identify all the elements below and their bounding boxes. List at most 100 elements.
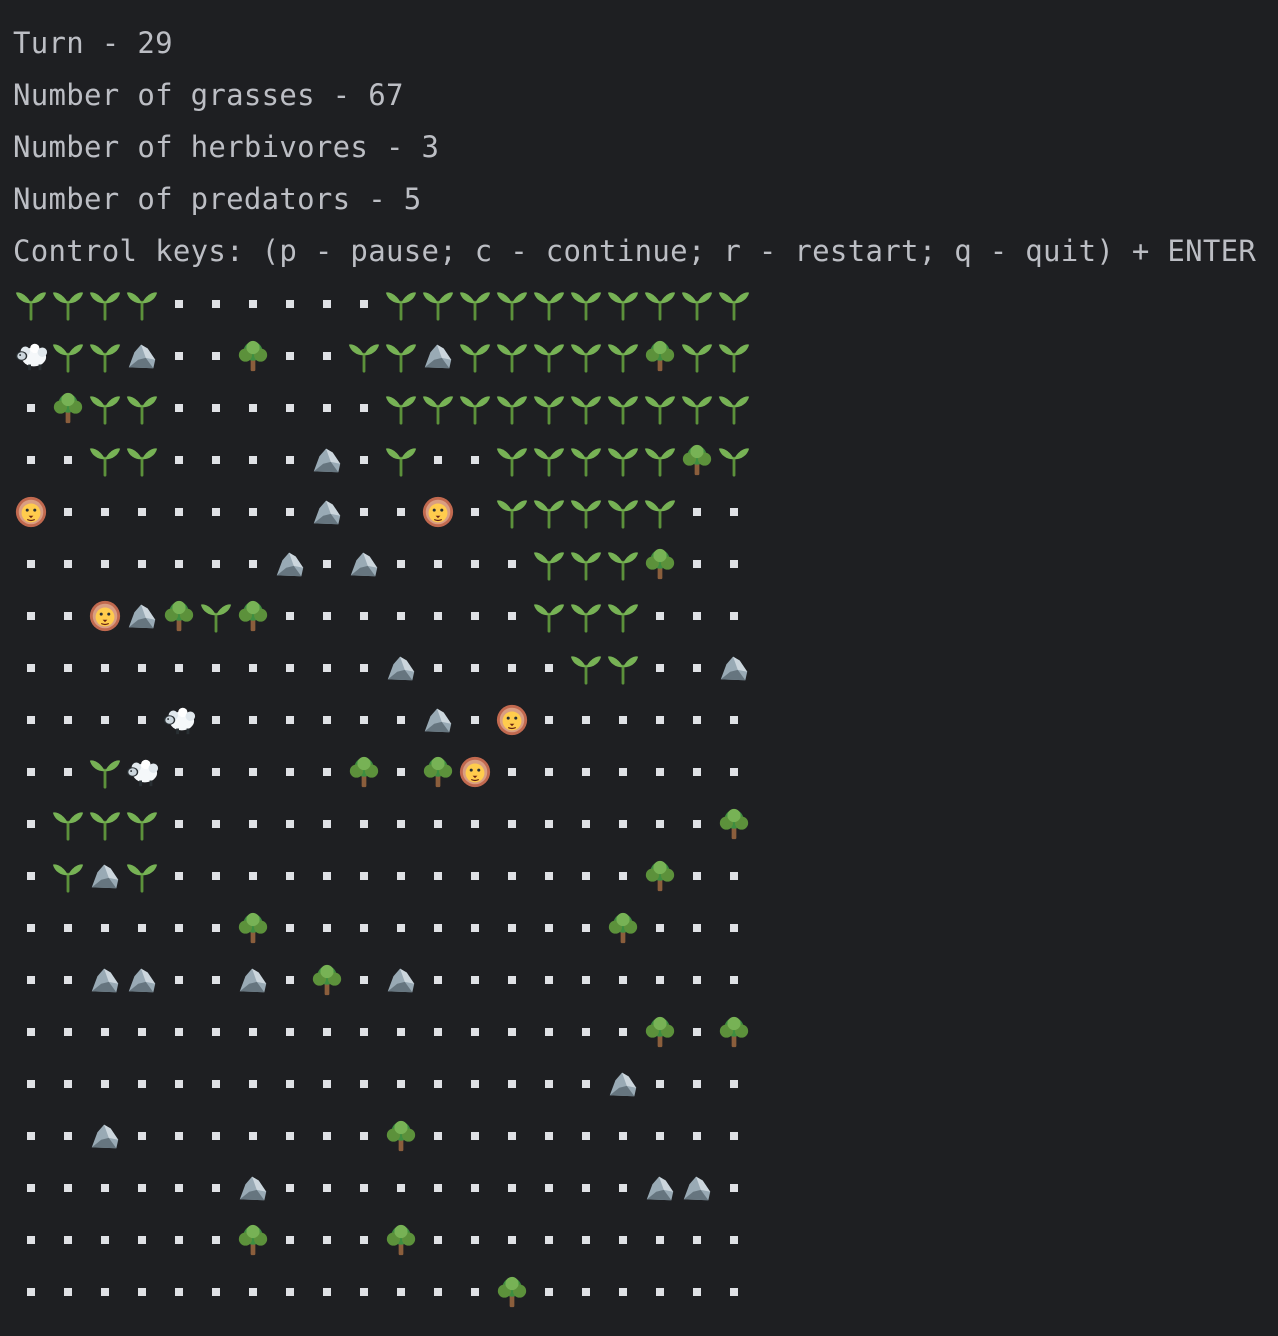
empty-cell (12, 694, 49, 746)
sheep-icon (123, 746, 160, 798)
grid-row (12, 538, 752, 590)
grass-icon (530, 486, 567, 538)
grass-icon (678, 278, 715, 330)
empty-cell (271, 1162, 308, 1214)
empty-cell (160, 746, 197, 798)
rock-icon (604, 1058, 641, 1110)
empty-cell (345, 1162, 382, 1214)
empty-cell (641, 694, 678, 746)
rock-icon (123, 590, 160, 642)
empty-cell (456, 902, 493, 954)
empty-cell (493, 1214, 530, 1266)
grass-icon (197, 590, 234, 642)
grid-row (12, 642, 752, 694)
empty-cell (160, 1006, 197, 1058)
grid-row (12, 954, 752, 1006)
empty-cell (234, 642, 271, 694)
grass-icon (604, 434, 641, 486)
empty-cell (308, 1214, 345, 1266)
empty-cell (530, 642, 567, 694)
grass-icon (604, 642, 641, 694)
grass-count: Number of grasses - 67 (13, 78, 404, 112)
empty-cell (715, 850, 752, 902)
grass-icon (604, 330, 641, 382)
grid-row (12, 694, 752, 746)
empty-cell (49, 486, 86, 538)
lion-icon (493, 694, 530, 746)
empty-cell (49, 1006, 86, 1058)
empty-cell (641, 1266, 678, 1318)
grid-row (12, 590, 752, 642)
grid-row (12, 1162, 752, 1214)
empty-cell (678, 486, 715, 538)
empty-cell (271, 1006, 308, 1058)
grass-icon (419, 382, 456, 434)
empty-cell (530, 850, 567, 902)
rock-icon (382, 954, 419, 1006)
empty-cell (12, 538, 49, 590)
grid-row (12, 1006, 752, 1058)
console-output: Turn - 29 Number of grasses - 67 Number … (13, 20, 1275, 280)
empty-cell (12, 1058, 49, 1110)
tree-icon (234, 902, 271, 954)
grass-icon (382, 330, 419, 382)
empty-cell (345, 798, 382, 850)
rock-icon (419, 330, 456, 382)
herbivore-count: Number of herbivores - 3 (13, 130, 440, 164)
sheep-icon (12, 330, 49, 382)
grass-icon (493, 278, 530, 330)
empty-cell (271, 798, 308, 850)
grass-icon (567, 434, 604, 486)
grass-icon (567, 278, 604, 330)
empty-cell (271, 954, 308, 1006)
empty-cell (308, 746, 345, 798)
empty-cell (456, 1006, 493, 1058)
grass-icon (493, 486, 530, 538)
grass-icon (12, 278, 49, 330)
empty-cell (456, 1058, 493, 1110)
grass-icon (123, 434, 160, 486)
empty-cell (49, 1266, 86, 1318)
empty-cell (271, 434, 308, 486)
empty-cell (12, 798, 49, 850)
empty-cell (271, 382, 308, 434)
empty-cell (530, 1006, 567, 1058)
grass-icon (493, 434, 530, 486)
empty-cell (86, 1058, 123, 1110)
empty-cell (123, 694, 160, 746)
tree-icon (641, 330, 678, 382)
empty-cell (197, 798, 234, 850)
empty-cell (123, 1214, 160, 1266)
lion-icon (86, 590, 123, 642)
empty-cell (197, 278, 234, 330)
grass-icon (49, 330, 86, 382)
grass-icon (382, 278, 419, 330)
empty-cell (160, 434, 197, 486)
empty-cell (49, 1110, 86, 1162)
empty-cell (308, 694, 345, 746)
empty-cell (271, 902, 308, 954)
empty-cell (160, 1110, 197, 1162)
empty-cell (382, 1266, 419, 1318)
grass-icon (86, 278, 123, 330)
empty-cell (567, 1006, 604, 1058)
tree-icon (345, 746, 382, 798)
empty-cell (160, 1058, 197, 1110)
empty-cell (419, 1214, 456, 1266)
grid-row (12, 1110, 752, 1162)
grass-icon (641, 486, 678, 538)
tree-icon (641, 850, 678, 902)
grid-row (12, 1266, 752, 1318)
empty-cell (641, 1214, 678, 1266)
empty-cell (530, 1110, 567, 1162)
grass-icon (567, 486, 604, 538)
empty-cell (12, 382, 49, 434)
grass-icon (382, 382, 419, 434)
empty-cell (86, 902, 123, 954)
grass-icon (86, 746, 123, 798)
empty-cell (345, 1058, 382, 1110)
empty-cell (382, 590, 419, 642)
empty-cell (86, 1006, 123, 1058)
tree-icon (49, 382, 86, 434)
empty-cell (308, 1162, 345, 1214)
